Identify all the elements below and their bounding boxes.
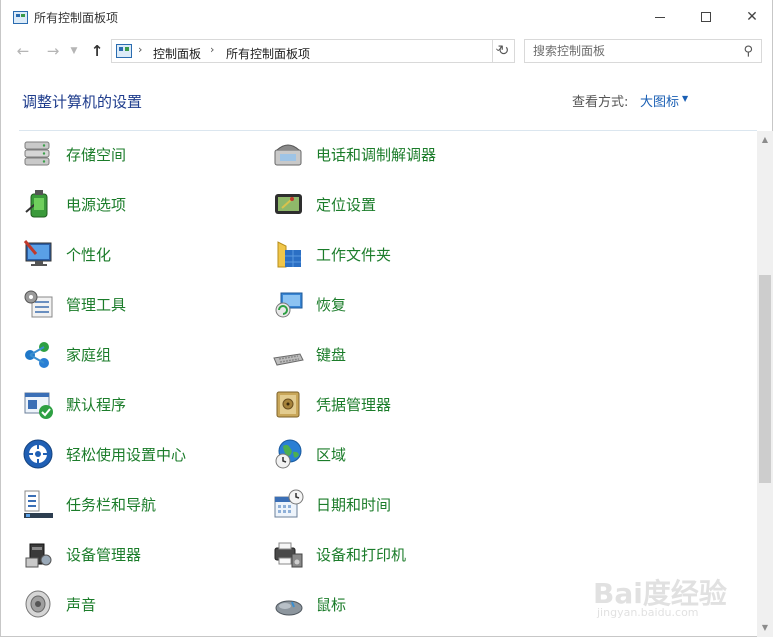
refresh-icon: ↻ bbox=[497, 43, 510, 59]
item-label[interactable]: 定位设置 bbox=[316, 194, 376, 215]
control-panel-window: 所有控制面板项 ✕ ← → ▼ ↑ › 控制面板 › 所有控制面板项 ⌄ ↻ ⚲… bbox=[0, 0, 773, 637]
item-label[interactable]: 日期和时间 bbox=[316, 494, 391, 515]
sound-icon bbox=[22, 588, 54, 620]
power-options-icon bbox=[22, 188, 54, 220]
forward-button[interactable]: → bbox=[43, 40, 63, 62]
search-box[interactable]: ⚲ bbox=[524, 39, 762, 63]
item-keyboard[interactable]: 键盘 bbox=[272, 334, 502, 374]
maximize-button[interactable] bbox=[683, 0, 729, 34]
baidu-watermark: Bai度经验 jingyan.baidu.com bbox=[593, 572, 763, 624]
item-label[interactable]: 电源选项 bbox=[66, 194, 126, 215]
page-title: 调整计算机的设置 bbox=[22, 93, 143, 111]
arrow-left-icon: ← bbox=[16, 42, 30, 60]
item-label[interactable]: 轻松使用设置中心 bbox=[66, 444, 186, 465]
close-button[interactable]: ✕ bbox=[729, 0, 773, 34]
item-label[interactable]: 凭据管理器 bbox=[316, 394, 391, 415]
refresh-button[interactable]: ↻ bbox=[492, 39, 514, 63]
item-device-manager[interactable]: 设备管理器 bbox=[22, 534, 252, 574]
item-date-time[interactable]: 日期和时间 bbox=[272, 484, 502, 524]
item-phone-modem[interactable]: 电话和调制解调器 bbox=[272, 134, 502, 174]
item-work-folders[interactable]: 工作文件夹 bbox=[272, 234, 502, 274]
region-icon bbox=[272, 438, 304, 470]
item-sound[interactable]: 声音 bbox=[22, 584, 252, 624]
minimize-button[interactable] bbox=[637, 0, 683, 34]
address-bar[interactable]: › 控制面板 › 所有控制面板项 ⌄ bbox=[111, 39, 515, 63]
arrow-right-icon: → bbox=[46, 42, 60, 60]
location-settings-icon bbox=[272, 188, 304, 220]
search-input[interactable] bbox=[533, 43, 733, 59]
view-by-dropdown[interactable]: 大图标 bbox=[640, 91, 679, 110]
header-divider bbox=[19, 130, 757, 131]
recovery-icon bbox=[272, 288, 304, 320]
control-panel-icon bbox=[13, 11, 28, 24]
item-label[interactable]: 声音 bbox=[66, 594, 96, 615]
view-by-label: 查看方式: bbox=[572, 95, 629, 110]
recent-locations-button[interactable]: ▼ bbox=[67, 40, 81, 62]
item-homegroup[interactable]: 家庭组 bbox=[22, 334, 252, 374]
item-ease-of-access[interactable]: 轻松使用设置中心 bbox=[22, 434, 252, 474]
maximize-icon bbox=[701, 12, 711, 22]
administrative-tools-icon bbox=[22, 288, 54, 320]
scrollbar-thumb[interactable] bbox=[759, 275, 771, 483]
credential-manager-icon bbox=[272, 388, 304, 420]
close-icon: ✕ bbox=[746, 9, 758, 25]
arrow-up-icon: ↑ bbox=[90, 42, 104, 60]
mouse-icon bbox=[272, 588, 304, 620]
breadcrumb-all-items[interactable]: 所有控制面板项 bbox=[226, 45, 310, 62]
item-label[interactable]: 个性化 bbox=[66, 244, 111, 265]
personalization-icon bbox=[22, 238, 54, 270]
item-label[interactable]: 设备管理器 bbox=[66, 544, 141, 565]
phone-modem-icon bbox=[272, 138, 304, 170]
item-label[interactable]: 电话和调制解调器 bbox=[316, 144, 436, 165]
search-icon[interactable]: ⚲ bbox=[743, 44, 753, 59]
item-mouse[interactable]: 鼠标 bbox=[272, 584, 502, 624]
chevron-down-icon: ▼ bbox=[70, 46, 78, 56]
chevron-down-icon[interactable]: ▼ bbox=[682, 94, 688, 103]
up-button[interactable]: ↑ bbox=[87, 40, 107, 62]
item-location-settings[interactable]: 定位设置 bbox=[272, 184, 502, 224]
item-credential-manager[interactable]: 凭据管理器 bbox=[272, 384, 502, 424]
item-devices-printers[interactable]: 设备和打印机 bbox=[272, 534, 502, 574]
scroll-up-icon[interactable]: ▲ bbox=[757, 131, 773, 148]
item-region[interactable]: 区域 bbox=[272, 434, 502, 474]
item-label[interactable]: 键盘 bbox=[316, 344, 346, 365]
item-administrative-tools[interactable]: 管理工具 bbox=[22, 284, 252, 324]
item-label[interactable]: 鼠标 bbox=[316, 594, 346, 615]
item-recovery[interactable]: 恢复 bbox=[272, 284, 502, 324]
item-label[interactable]: 家庭组 bbox=[66, 344, 111, 365]
date-time-icon bbox=[272, 488, 304, 520]
storage-spaces-icon bbox=[22, 138, 54, 170]
ease-of-access-icon bbox=[22, 438, 54, 470]
item-label[interactable]: 任务栏和导航 bbox=[66, 494, 156, 515]
default-programs-icon bbox=[22, 388, 54, 420]
breadcrumb-control-panel[interactable]: 控制面板 bbox=[153, 45, 201, 62]
item-storage-spaces[interactable]: 存储空间 bbox=[22, 134, 252, 174]
minimize-icon bbox=[655, 16, 665, 18]
title-bar: 所有控制面板项 ✕ bbox=[1, 0, 773, 34]
item-personalization[interactable]: 个性化 bbox=[22, 234, 252, 274]
item-label[interactable]: 区域 bbox=[316, 444, 346, 465]
item-label[interactable]: 设备和打印机 bbox=[316, 544, 406, 565]
item-label[interactable]: 工作文件夹 bbox=[316, 244, 391, 265]
item-power-options[interactable]: 电源选项 bbox=[22, 184, 252, 224]
item-default-programs[interactable]: 默认程序 bbox=[22, 384, 252, 424]
device-manager-icon bbox=[22, 538, 54, 570]
item-label[interactable]: 存储空间 bbox=[66, 144, 126, 165]
item-label[interactable]: 管理工具 bbox=[66, 294, 126, 315]
watermark-url: jingyan.baidu.com bbox=[597, 606, 699, 619]
taskbar-icon bbox=[22, 488, 54, 520]
item-taskbar-navigation[interactable]: 任务栏和导航 bbox=[22, 484, 252, 524]
keyboard-icon bbox=[272, 338, 304, 370]
window-title: 所有控制面板项 bbox=[34, 11, 119, 25]
homegroup-icon bbox=[22, 338, 54, 370]
item-label[interactable]: 恢复 bbox=[316, 294, 346, 315]
back-button[interactable]: ← bbox=[13, 40, 33, 62]
item-label[interactable]: 默认程序 bbox=[66, 394, 126, 415]
devices-printers-icon bbox=[272, 538, 304, 570]
breadcrumb-separator-icon[interactable]: › bbox=[138, 43, 142, 56]
work-folders-icon bbox=[272, 238, 304, 270]
breadcrumb-separator-icon[interactable]: › bbox=[210, 43, 214, 56]
control-panel-icon bbox=[116, 44, 132, 58]
